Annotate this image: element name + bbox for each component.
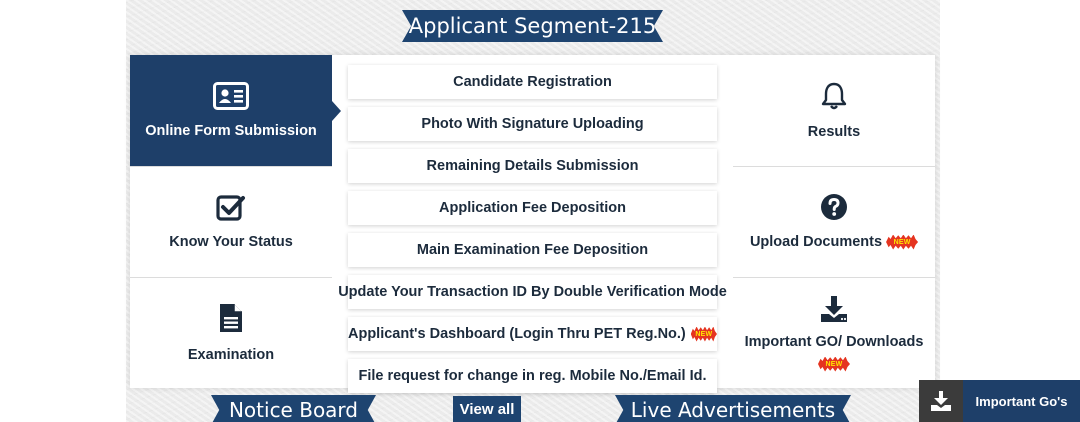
link-remaining-details[interactable]: Remaining Details Submission bbox=[348, 149, 717, 183]
checkbox-icon bbox=[216, 193, 246, 225]
tile-label: Upload Documents bbox=[749, 234, 883, 250]
important-gos-button[interactable]: Important Go's bbox=[919, 380, 1080, 422]
tile-know-your-status[interactable]: Know Your Status bbox=[130, 166, 332, 277]
new-badge: NEW bbox=[886, 234, 919, 250]
tile-label: Know Your Status bbox=[169, 234, 293, 250]
notice-board-banner: Notice Board bbox=[211, 395, 376, 422]
link-label: Candidate Registration bbox=[453, 74, 612, 90]
link-label: Application Fee Deposition bbox=[439, 200, 626, 216]
tile-online-form-submission[interactable]: Online Form Submission bbox=[130, 55, 341, 166]
tile-examination[interactable]: Examination bbox=[130, 277, 332, 388]
tile-important-go-downloads[interactable]: Important GO/ Downloads NEW bbox=[733, 277, 935, 388]
link-photo-signature-upload[interactable]: Photo With Signature Uploading bbox=[348, 107, 717, 141]
link-change-mobile-email[interactable]: File request for change in reg. Mobile N… bbox=[348, 359, 717, 393]
link-application-fee[interactable]: Application Fee Deposition bbox=[348, 191, 717, 225]
tile-upload-documents[interactable]: Upload Documents NEW bbox=[733, 166, 935, 277]
document-icon bbox=[218, 302, 244, 338]
tile-results[interactable]: Results bbox=[733, 55, 935, 166]
id-card-icon bbox=[213, 81, 249, 114]
new-badge: NEW bbox=[818, 356, 850, 372]
link-update-transaction-id[interactable]: Update Your Transaction ID By Double Ver… bbox=[338, 275, 727, 309]
tile-label: Results bbox=[807, 123, 861, 140]
view-all-button[interactable]: View all bbox=[453, 396, 521, 422]
tile-label: Examination bbox=[187, 347, 275, 363]
link-label: Photo With Signature Uploading bbox=[421, 116, 644, 132]
tile-label: Online Form Submission bbox=[145, 122, 317, 139]
link-label: Update Your Transaction ID By Double Ver… bbox=[338, 284, 727, 300]
link-label: File request for change in reg. Mobile N… bbox=[358, 368, 707, 384]
download-tray-icon bbox=[919, 380, 963, 422]
link-candidate-registration[interactable]: Candidate Registration bbox=[348, 65, 717, 99]
bell-icon bbox=[820, 81, 848, 115]
link-label: Remaining Details Submission bbox=[426, 158, 639, 174]
live-advertisements-banner: Live Advertisements bbox=[615, 395, 851, 422]
new-badge: NEW bbox=[690, 326, 717, 342]
question-circle-icon bbox=[820, 193, 848, 225]
link-label: Applicant's Dashboard (Login Thru PET Re… bbox=[348, 326, 686, 342]
link-applicant-dashboard[interactable]: Applicant's Dashboard (Login Thru PET Re… bbox=[348, 317, 717, 351]
tile-label-row: Upload Documents NEW bbox=[749, 233, 919, 251]
link-label: Main Examination Fee Deposition bbox=[416, 242, 649, 258]
applicant-panel: Online Form Submission Know Your Status … bbox=[130, 55, 935, 393]
segment-title-banner: Applicant Segment-215 bbox=[402, 10, 663, 42]
important-gos-label: Important Go's bbox=[975, 393, 1068, 409]
link-main-exam-fee[interactable]: Main Examination Fee Deposition bbox=[348, 233, 717, 267]
tile-label: Important GO/ Downloads bbox=[744, 333, 924, 350]
download-icon bbox=[819, 295, 849, 327]
